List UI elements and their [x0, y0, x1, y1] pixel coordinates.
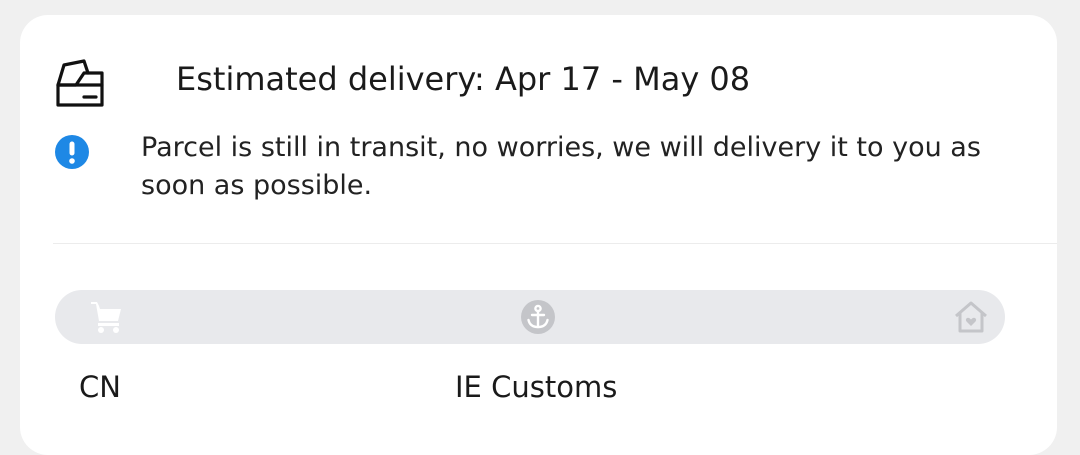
estimated-delivery-row: Estimated delivery: Apr 17 - May 08	[20, 57, 1057, 127]
section-divider	[53, 243, 1057, 244]
info-exclamation-icon	[55, 135, 89, 169]
delivery-card: Estimated delivery: Apr 17 - May 08 Parc…	[20, 15, 1057, 455]
anchor-icon	[521, 300, 555, 334]
shopping-cart-icon	[91, 302, 121, 333]
tracking-progress-bar	[55, 290, 1005, 344]
stage-label-origin: CN	[79, 370, 121, 404]
package-box-icon	[56, 59, 104, 107]
transit-notice-text: Parcel is still in transit, no worries, …	[141, 132, 981, 201]
home-icon	[955, 301, 987, 333]
estimated-delivery-text: Estimated delivery: Apr 17 - May 08	[176, 60, 751, 98]
stage-label-customs: IE Customs	[455, 370, 618, 404]
